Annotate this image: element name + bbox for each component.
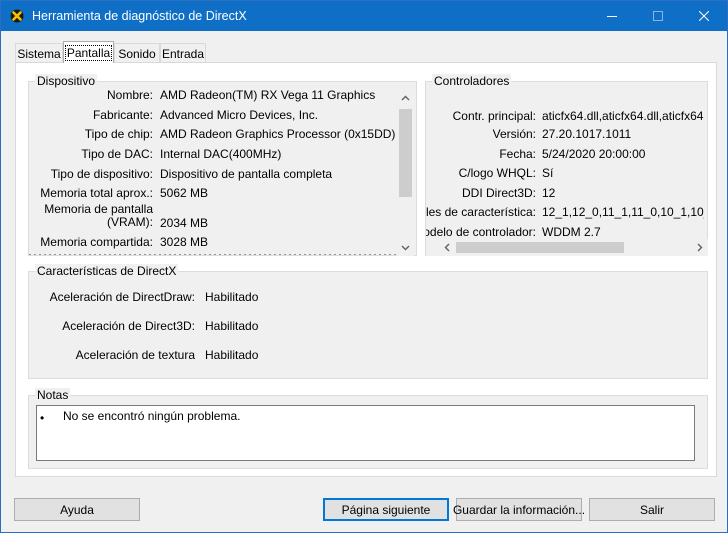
note-item: No se encontró ningún problema. [63, 409, 241, 423]
device-label-chip: Tipo de chip: [84, 127, 153, 141]
driver-value-date: 5/24/2020 20:00:00 [542, 147, 646, 161]
minimize-button[interactable] [589, 1, 635, 31]
tab-label: Pantalla [64, 44, 113, 61]
tab-pantalla[interactable]: Pantalla [63, 41, 114, 63]
drivers-scroll-left[interactable] [438, 239, 455, 256]
maximize-button[interactable] [635, 1, 681, 31]
driver-value-whql: Sí [542, 166, 554, 180]
tab-label: Sistema [17, 46, 61, 61]
feature-label-directdraw: Aceleración de DirectDraw: [49, 290, 195, 304]
dxdiag-window: Herramienta de diagnóstico de DirectX Si… [0, 0, 728, 533]
tab-sistema[interactable]: Sistema [15, 43, 63, 63]
title-bar[interactable]: Herramienta de diagnóstico de DirectX [1, 1, 727, 31]
tab-entrada[interactable]: Entrada [160, 43, 206, 63]
directx-features-title: Características de DirectX [35, 264, 179, 278]
device-label-dac: Tipo de DAC: [81, 147, 153, 161]
device-list[interactable]: Nombre: AMD Radeon(TM) RX Vega 11 Graphi… [29, 85, 397, 255]
chevron-left-icon [444, 243, 449, 252]
tab-label: Sonido [118, 46, 156, 61]
window-title: Herramienta de diagnóstico de DirectX [32, 9, 247, 23]
minimize-icon [607, 16, 617, 17]
drivers-group-title: Controladores [432, 74, 512, 88]
drivers-scrollbar[interactable] [426, 239, 708, 256]
chevron-up-icon [401, 95, 410, 100]
tab-sonido[interactable]: Sonido [114, 43, 160, 63]
device-value-type: Dispositivo de pantalla completa [160, 167, 333, 181]
feature-value-direct3d: Habilitado [205, 319, 259, 333]
next-page-button-label: Página siguiente [341, 502, 431, 517]
device-value-chip: AMD Radeon Graphics Processor (0x15DD) [160, 127, 396, 141]
directx-app-icon [10, 9, 24, 23]
driver-label-date: Fecha: [499, 147, 536, 161]
close-icon [699, 11, 709, 21]
device-value-total-memory: 5062 MB [160, 186, 209, 200]
feature-value-texture: Habilitado [205, 348, 259, 362]
device-value-name: AMD Radeon(TM) RX Vega 11 Graphics [160, 88, 376, 102]
notes-textbox[interactable]: • No se encontró ningún problema. [36, 405, 695, 461]
device-value-manufacturer: Advanced Micro Devices, Inc. [160, 108, 319, 122]
device-scrollbar[interactable] [397, 89, 414, 256]
driver-value-main: aticfx64.dll,aticfx64.dll,aticfx64.dll,a… [542, 109, 704, 123]
device-label-vram: Memoria de pantalla (VRAM): [29, 203, 153, 229]
device-label-manufacturer: Fabricante: [92, 108, 153, 122]
drivers-scroll-thumb[interactable] [456, 242, 624, 253]
device-label-shared-memory: Memoria compartida: [40, 235, 153, 249]
note-bullet: • [40, 411, 45, 425]
maximize-icon [653, 11, 663, 21]
device-label-type: Tipo de dispositivo: [50, 167, 153, 181]
device-scroll-thumb[interactable] [399, 109, 412, 197]
driver-label-whql: C/logo WHQL: [458, 166, 536, 180]
device-label-vram-line2: (VRAM): [107, 215, 153, 229]
device-value-shared-memory: 3028 MB [160, 235, 209, 249]
exit-button-label: Salir [639, 502, 664, 517]
driver-value-version: 27.20.1017.1011 [542, 127, 632, 141]
device-label-name: Nombre: [106, 88, 153, 102]
feature-value-directdraw: Habilitado [205, 290, 259, 304]
help-button[interactable]: Ayuda [14, 498, 140, 521]
exit-button[interactable]: Salir [589, 498, 715, 521]
driver-label-main: Contr. principal: [452, 109, 536, 123]
device-scroll-up[interactable] [397, 89, 414, 106]
device-value-dac: Internal DAC(400MHz) [160, 147, 282, 161]
driver-label-version: Versión: [492, 127, 536, 141]
save-info-button-label: Guardar la información... [452, 502, 586, 517]
chevron-right-icon [697, 243, 702, 252]
feature-label-direct3d: Aceleración de Direct3D: [62, 319, 195, 333]
feature-label-texture: Aceleración de textura [75, 348, 195, 362]
device-value-vram: 2034 MB [160, 216, 209, 230]
notes-title: Notas [35, 388, 71, 402]
next-page-button[interactable]: Página siguiente [323, 498, 449, 521]
drivers-scroll-right[interactable] [691, 239, 708, 256]
driver-label-feature-levels: Niveles de característica: [426, 205, 536, 219]
driver-value-model: WDDM 2.7 [542, 225, 601, 239]
save-info-button[interactable]: Guardar la información... [452, 498, 586, 521]
chevron-down-icon [401, 245, 410, 250]
help-button-label: Ayuda [60, 502, 94, 517]
driver-label-ddi: DDI Direct3D: [461, 186, 536, 200]
device-scroll-down[interactable] [397, 239, 414, 256]
close-button[interactable] [681, 1, 727, 31]
device-label-total-memory: Memoria total aprox.: [40, 186, 153, 200]
driver-label-model: Modelo de controlador: [426, 225, 536, 239]
truncated-row [29, 254, 397, 255]
drivers-list[interactable]: Contr. principal: aticfx64.dll,aticfx64.… [426, 101, 704, 241]
driver-value-ddi: 12 [542, 186, 556, 200]
tab-label: Entrada [161, 46, 205, 61]
driver-value-feature-levels: 12_1,12_0,11_1,11_0,10_1,10_0,9_3,9_2,9_… [542, 205, 704, 219]
